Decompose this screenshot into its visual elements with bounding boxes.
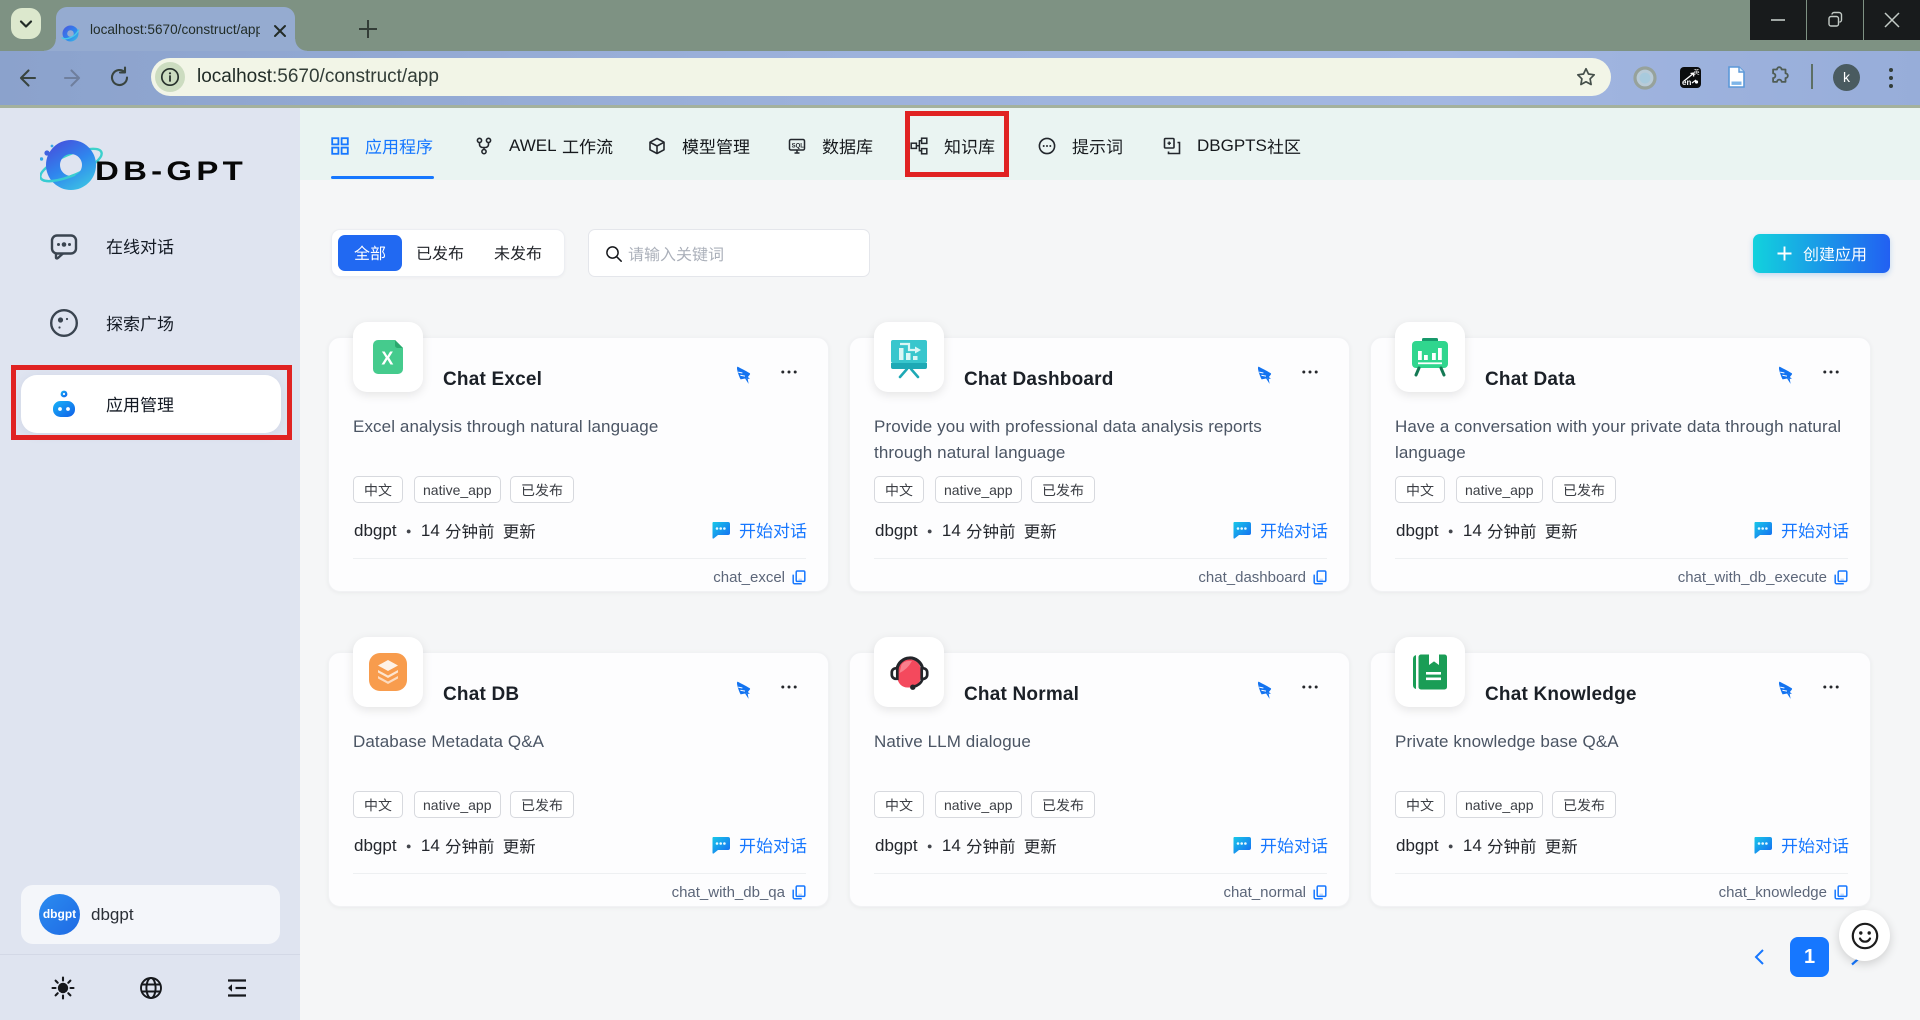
svg-text:DB-GPT: DB-GPT [95,156,247,186]
svg-text:英: 英 [1694,69,1700,77]
svg-text:X: X [381,349,393,369]
svg-text:SQL: SQL [792,144,805,150]
